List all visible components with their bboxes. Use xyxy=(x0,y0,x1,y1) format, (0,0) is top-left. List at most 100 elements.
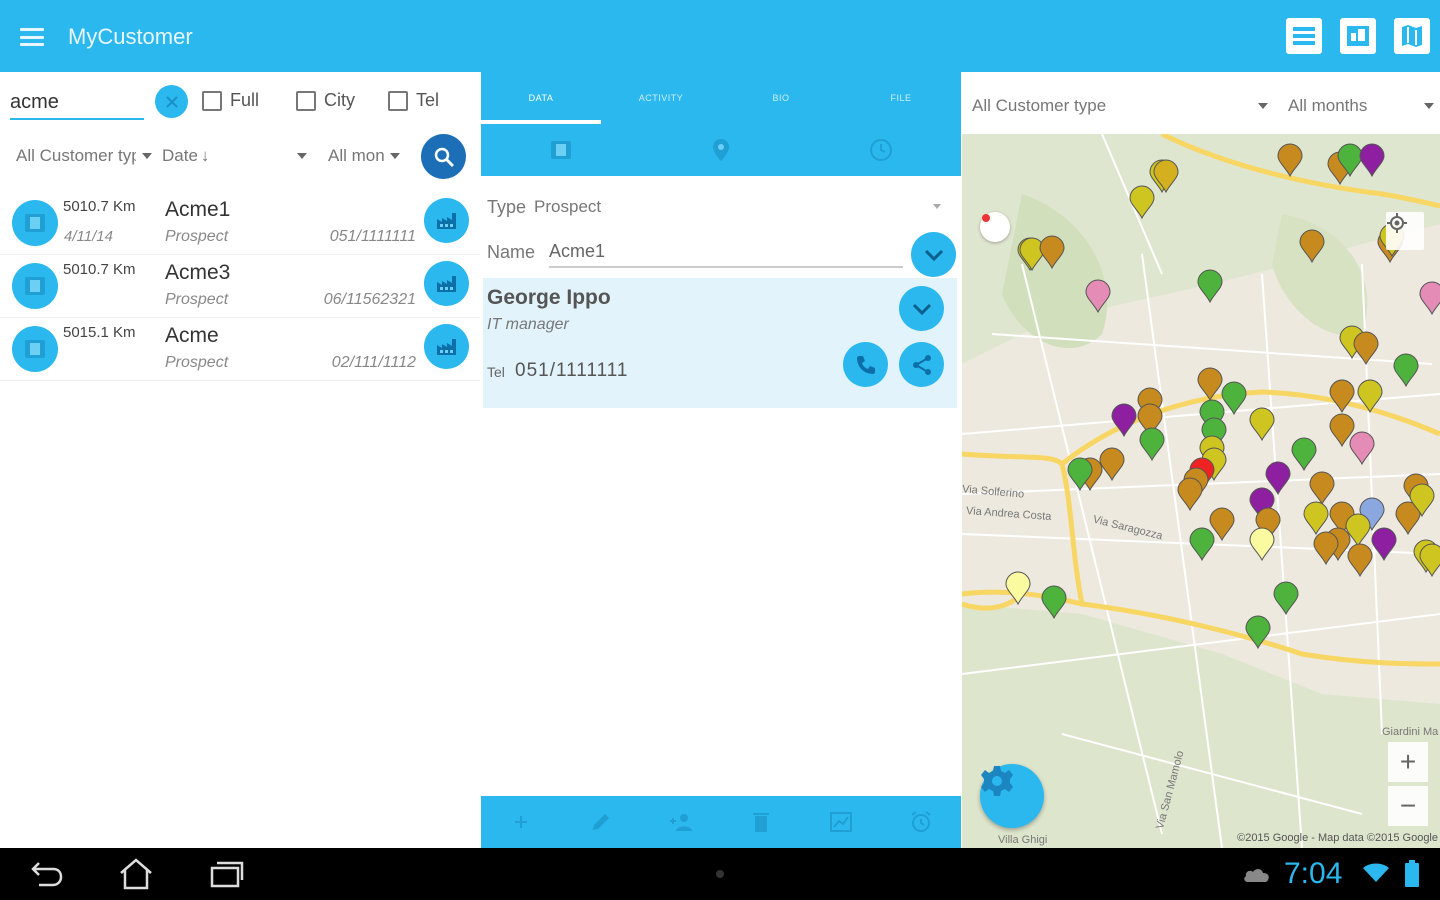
subtab-location[interactable] xyxy=(641,124,801,176)
map-pin[interactable] xyxy=(1309,471,1335,506)
map-pin[interactable] xyxy=(1265,461,1291,496)
chart-button[interactable] xyxy=(821,802,861,842)
type-field[interactable]: Type Prospect xyxy=(487,190,951,224)
chevron-down-icon xyxy=(1424,103,1434,109)
clock-icon xyxy=(870,139,892,161)
expand-contact-button[interactable] xyxy=(899,286,944,331)
map-filters: All Customer type All months xyxy=(962,72,1440,134)
search-button[interactable] xyxy=(421,134,466,179)
map-pin[interactable] xyxy=(1177,477,1203,512)
map-pin[interactable] xyxy=(1277,143,1303,178)
subtab-history[interactable] xyxy=(801,124,961,176)
map-months-dropdown[interactable]: All months xyxy=(1288,96,1434,116)
home-icon xyxy=(120,858,152,890)
map-pin[interactable] xyxy=(1099,447,1125,482)
add-contact-button[interactable] xyxy=(661,802,701,842)
map-settings-button[interactable] xyxy=(980,764,1044,828)
search-input[interactable] xyxy=(10,86,144,120)
sort-dropdown[interactable]: Date ↓ xyxy=(162,146,308,166)
app-bar: MyCustomer xyxy=(0,0,1440,72)
map-pin[interactable] xyxy=(1303,501,1329,536)
compass-icon[interactable] xyxy=(980,212,1010,242)
customer-row[interactable]: 5010.7 Km 4/11/14 Acme1 Prospect 051/111… xyxy=(0,192,480,255)
subtab-card[interactable] xyxy=(481,124,641,176)
share-contact-button[interactable] xyxy=(899,342,944,387)
locate-button[interactable] xyxy=(1386,212,1424,250)
tel-checkbox[interactable]: Tel xyxy=(388,90,439,111)
map-pin[interactable] xyxy=(1129,185,1155,220)
map-customer-type-dropdown[interactable]: All Customer type xyxy=(972,96,1268,116)
zoom-in-button[interactable]: + xyxy=(1388,742,1428,782)
map-pin[interactable] xyxy=(1273,581,1299,616)
city-checkbox[interactable]: City xyxy=(296,90,355,111)
tab-data[interactable]: DATA xyxy=(481,72,601,124)
map-pin[interactable] xyxy=(1039,235,1065,270)
map-pin[interactable] xyxy=(1393,353,1419,388)
map-pin[interactable] xyxy=(1197,269,1223,304)
full-checkbox[interactable]: Full xyxy=(202,90,259,111)
contact-name: George Ippo xyxy=(487,286,611,309)
recents-button[interactable] xyxy=(206,858,246,890)
map-pin[interactable] xyxy=(1209,507,1235,542)
map-pin[interactable] xyxy=(1245,615,1271,650)
map-pin[interactable] xyxy=(1111,403,1137,438)
map-view-button[interactable] xyxy=(1394,18,1430,54)
customer-row[interactable]: 5010.7 Km Acme3 Prospect 06/11562321 xyxy=(0,255,480,318)
tab-activity[interactable]: ACTIVITY xyxy=(601,72,721,124)
expand-name-button[interactable] xyxy=(911,232,956,277)
map-pin[interactable] xyxy=(1249,407,1275,442)
back-icon xyxy=(31,862,63,887)
map-pin[interactable] xyxy=(1419,543,1440,578)
split-view-button[interactable] xyxy=(1340,18,1376,54)
map-pin[interactable] xyxy=(1249,527,1275,562)
customer-type: Prospect xyxy=(165,291,229,308)
customer-icon xyxy=(12,200,58,246)
map-pin[interactable] xyxy=(1313,531,1339,566)
name-input[interactable] xyxy=(549,236,903,268)
list-view-button[interactable] xyxy=(1286,18,1322,54)
map-pin[interactable] xyxy=(1221,381,1247,416)
location-pin-icon xyxy=(713,139,729,161)
map-pin[interactable] xyxy=(1291,437,1317,472)
map-pin[interactable] xyxy=(1153,159,1179,194)
tab-bio[interactable]: BIO xyxy=(721,72,841,124)
back-button[interactable] xyxy=(26,858,66,890)
delete-button[interactable] xyxy=(741,802,781,842)
map-pin[interactable] xyxy=(1349,431,1375,466)
map-pin[interactable] xyxy=(1019,237,1045,272)
map-pin[interactable] xyxy=(1299,229,1325,264)
map-pin[interactable] xyxy=(1085,279,1111,314)
months-dropdown[interactable]: All months xyxy=(328,146,400,166)
map-pin[interactable] xyxy=(1359,143,1385,178)
map-pin[interactable] xyxy=(1419,281,1440,316)
cloud-icon xyxy=(1244,869,1269,882)
edit-button[interactable] xyxy=(581,802,621,842)
zoom-out-button[interactable]: − xyxy=(1388,786,1428,826)
map-pin[interactable] xyxy=(1139,427,1165,462)
contact-tel: 051/1111111 xyxy=(515,360,629,381)
map-pin[interactable] xyxy=(1005,571,1031,606)
home-button[interactable] xyxy=(116,858,156,890)
customer-type-dropdown[interactable]: All Customer type xyxy=(16,146,152,166)
clear-search-button[interactable] xyxy=(155,85,188,118)
menu-icon[interactable] xyxy=(20,28,44,46)
customer-action-button[interactable] xyxy=(424,324,469,369)
sort-direction-icon: ↓ xyxy=(200,146,210,165)
customer-name: Acme xyxy=(165,324,219,347)
map-pin[interactable] xyxy=(1329,379,1355,414)
customer-map[interactable]: Via Solferino Via Andrea Costa Via Sarag… xyxy=(962,134,1440,848)
customer-action-button[interactable] xyxy=(424,198,469,243)
map-pin[interactable] xyxy=(1353,331,1379,366)
customer-row[interactable]: 5015.1 Km Acme Prospect 02/111/1112 xyxy=(0,318,480,381)
alarm-button[interactable] xyxy=(901,802,941,842)
map-pin[interactable] xyxy=(1371,527,1397,562)
map-pin[interactable] xyxy=(1347,543,1373,578)
map-pin[interactable] xyxy=(1189,527,1215,562)
map-pin[interactable] xyxy=(1041,585,1067,620)
tab-file[interactable]: FILE xyxy=(841,72,961,124)
call-contact-button[interactable] xyxy=(843,342,888,387)
map-pin[interactable] xyxy=(1197,367,1223,402)
add-button[interactable] xyxy=(501,802,541,842)
customer-action-button[interactable] xyxy=(424,261,469,306)
map-pin[interactable] xyxy=(1357,379,1383,414)
